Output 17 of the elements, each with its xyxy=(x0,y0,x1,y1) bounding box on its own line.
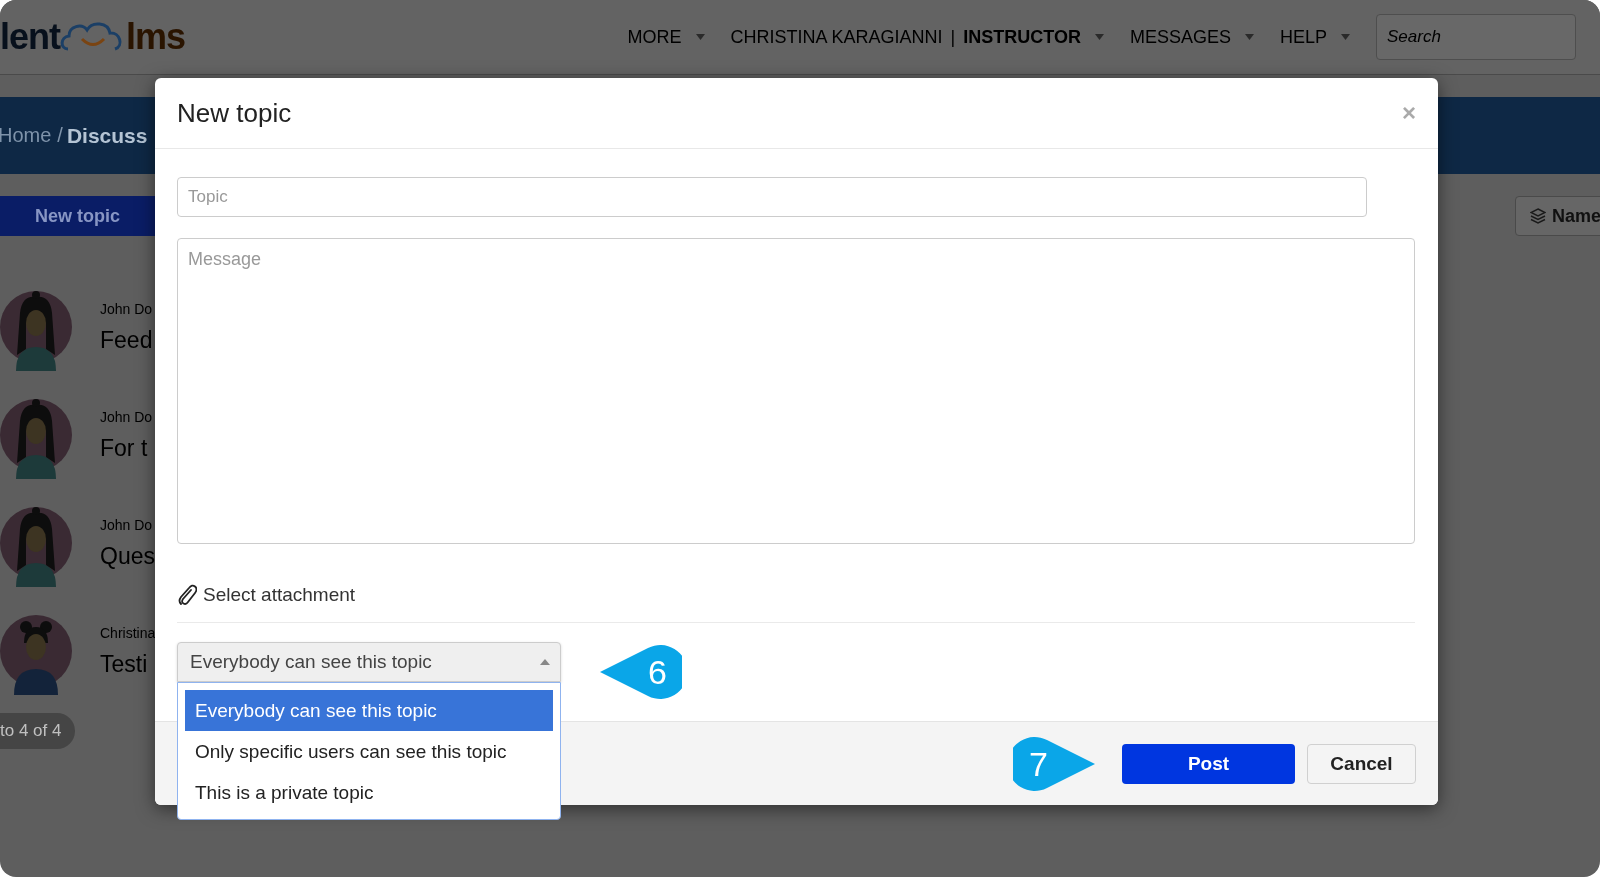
topic-title: For t xyxy=(100,434,149,462)
logo-text: lent xyxy=(0,16,60,58)
author-name: Christina xyxy=(100,624,156,641)
author-name: John Do xyxy=(100,300,153,317)
topic-title: Ques xyxy=(100,542,155,570)
topic-title: Feed xyxy=(100,326,153,354)
separator-text: | xyxy=(950,26,956,48)
step-number: 6 xyxy=(648,652,667,692)
dialog-title: New topic xyxy=(177,97,292,129)
pagination-info: to 4 of 4 xyxy=(0,713,76,749)
topic-title: Testi xyxy=(100,650,149,678)
author-name: John Do xyxy=(100,516,154,533)
role-label: INSTRUCTOR xyxy=(963,26,1081,48)
logo-text: lms xyxy=(126,16,186,58)
step-number: 7 xyxy=(1029,744,1048,784)
breadcrumb-separator: / xyxy=(57,124,63,147)
author-name: John Do xyxy=(100,408,153,425)
